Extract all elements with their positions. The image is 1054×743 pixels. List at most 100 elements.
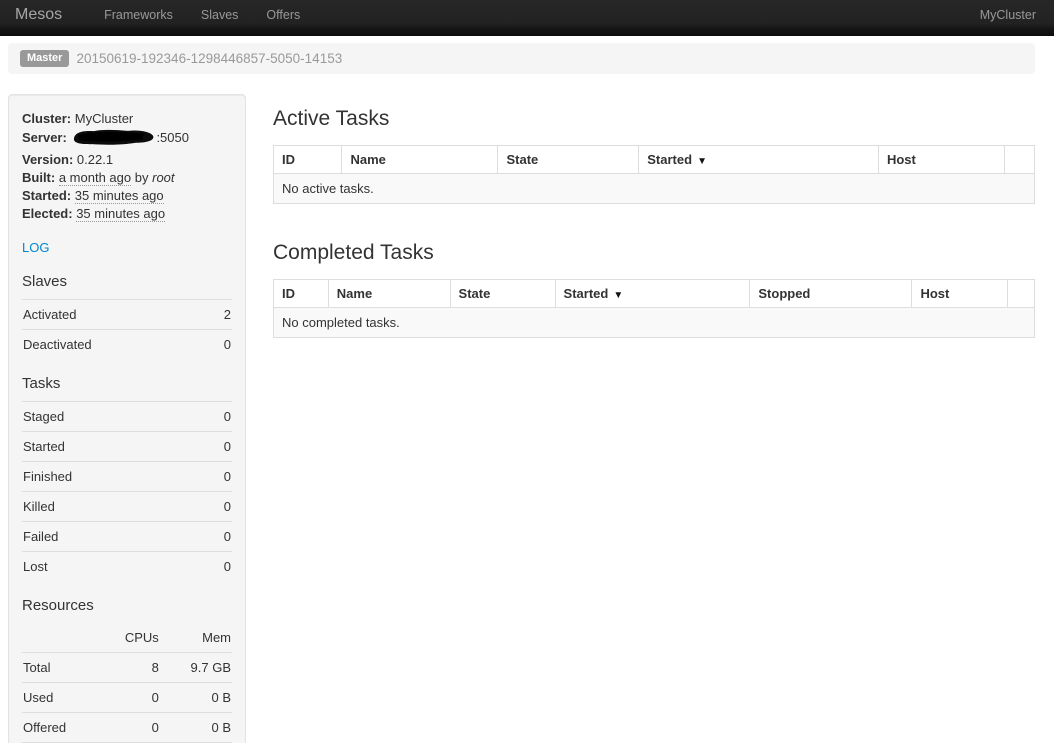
resources-col-cpus: CPUs [99,623,160,653]
cluster-info-line: Cluster: MyCluster [22,110,232,128]
slaves-deactivated-label: Deactivated [22,330,208,360]
resources-offered-cpus: 0 [99,713,160,743]
slaves-table: Activated 2 Deactivated 0 [22,299,232,359]
slaves-activated-label: Activated [22,300,208,330]
table-row: Total 8 9.7 GB [22,653,232,683]
resources-total-mem: 9.7 GB [160,653,232,683]
table-row: Lost 0 [22,552,232,582]
active-tasks-heading: Active Tasks [273,106,1035,132]
resources-used-label: Used [22,683,99,713]
active-tasks-table: ID Name State Started ▼ Host No active ta… [273,145,1035,204]
active-tasks-empty-row: No active tasks. [274,174,1035,204]
active-tasks-header-row: ID Name State Started ▼ Host [274,146,1035,174]
nav-item-slaves[interactable]: Slaves [187,8,253,22]
cluster-value: MyCluster [75,111,134,126]
completed-tasks-header-row: ID Name State Started ▼ Stopped Host [274,280,1035,308]
column-header-host[interactable]: Host [878,146,1004,174]
started-info-line: Started: 35 minutes ago [22,187,232,205]
column-header-label: ID [282,286,295,301]
version-value: 0.22.1 [77,152,113,167]
column-header-started[interactable]: Started ▼ [555,280,750,308]
navbar: Mesos Frameworks Slaves Offers MyCluster [0,0,1054,36]
built-author: root [152,170,174,185]
nav-item-offers[interactable]: Offers [252,8,314,22]
tasks-lost-label: Lost [22,552,200,582]
tasks-failed-value: 0 [200,522,232,552]
breadcrumb: Master 20150619-192346-1298446857-5050-1… [8,43,1035,74]
started-time: 35 minutes ago [75,188,164,204]
log-link[interactable]: LOG [22,240,49,255]
table-row: Staged 0 [22,402,232,432]
completed-tasks-empty-message: No completed tasks. [274,308,1035,338]
sort-desc-icon: ▼ [613,290,623,301]
column-header-label: ID [282,152,295,167]
column-header-id[interactable]: ID [274,146,342,174]
sidebar-well: Cluster: MyCluster Server: :5050 Version… [8,94,246,743]
table-row: Started 0 [22,432,232,462]
completed-tasks-empty-row: No completed tasks. [274,308,1035,338]
column-header-label: Host [920,286,949,301]
tasks-failed-label: Failed [22,522,200,552]
resources-col-blank [22,623,99,653]
sort-desc-icon: ▼ [697,156,707,167]
tasks-started-label: Started [22,432,200,462]
slaves-deactivated-value: 0 [208,330,232,360]
column-header-state[interactable]: State [450,280,555,308]
column-header-label: Name [350,152,385,167]
column-header-state[interactable]: State [498,146,639,174]
table-row: Killed 0 [22,492,232,522]
tasks-staged-value: 0 [200,402,232,432]
slaves-heading: Slaves [22,273,232,290]
column-header-stopped[interactable]: Stopped [750,280,912,308]
elected-label: Elected: [22,206,73,221]
built-info-line: Built: a month ago by root [22,169,232,187]
resources-header-row: CPUs Mem [22,623,232,653]
column-header-started[interactable]: Started ▼ [639,146,879,174]
master-id: 20150619-192346-1298446857-5050-14153 [76,51,342,66]
tasks-staged-label: Staged [22,402,200,432]
built-connector: by [135,170,149,185]
active-tasks-section: Active Tasks ID Name State Started ▼ Host [273,106,1035,204]
server-port: :5050 [156,130,189,145]
table-row: Failed 0 [22,522,232,552]
brand-mesos[interactable]: Mesos [15,6,62,24]
resources-table: CPUs Mem Total 8 9.7 GB Used 0 0 B Offer… [22,623,232,743]
table-row: Used 0 0 B [22,683,232,713]
column-header-label: State [506,152,538,167]
nav-item-frameworks[interactable]: Frameworks [90,8,187,22]
tasks-heading: Tasks [22,375,232,392]
elected-time: 35 minutes ago [76,206,165,222]
column-header-id[interactable]: ID [274,280,329,308]
tasks-lost-value: 0 [200,552,232,582]
main-content: Active Tasks ID Name State Started ▼ Host [273,94,1035,338]
column-header-label: Started [564,286,609,301]
redacted-server-address [70,128,156,152]
column-header-name[interactable]: Name [328,280,450,308]
elected-info-line: Elected: 35 minutes ago [22,205,232,223]
nav-items: Frameworks Slaves Offers [90,8,314,22]
table-row: Finished 0 [22,462,232,492]
column-header-actions [1004,146,1034,174]
resources-offered-label: Offered [22,713,99,743]
slaves-activated-value: 2 [208,300,232,330]
master-badge: Master [20,50,69,67]
completed-tasks-table: ID Name State Started ▼ Stopped Host No c… [273,279,1035,338]
version-info-line: Version: 0.22.1 [22,151,232,169]
column-header-label: Stopped [758,286,810,301]
tasks-started-value: 0 [200,432,232,462]
resources-used-mem: 0 B [160,683,232,713]
tasks-killed-label: Killed [22,492,200,522]
column-header-host[interactable]: Host [912,280,1008,308]
active-tasks-empty-message: No active tasks. [274,174,1035,204]
column-header-name[interactable]: Name [342,146,498,174]
column-header-label: State [459,286,491,301]
column-header-label: Started [647,152,692,167]
resources-total-cpus: 8 [99,653,160,683]
resources-total-label: Total [22,653,99,683]
tasks-killed-value: 0 [200,492,232,522]
table-row: Deactivated 0 [22,330,232,360]
built-label: Built: [22,170,55,185]
table-row: Offered 0 0 B [22,713,232,743]
version-label: Version: [22,152,73,167]
tasks-table: Staged 0 Started 0 Finished 0 Killed 0 F… [22,401,232,581]
